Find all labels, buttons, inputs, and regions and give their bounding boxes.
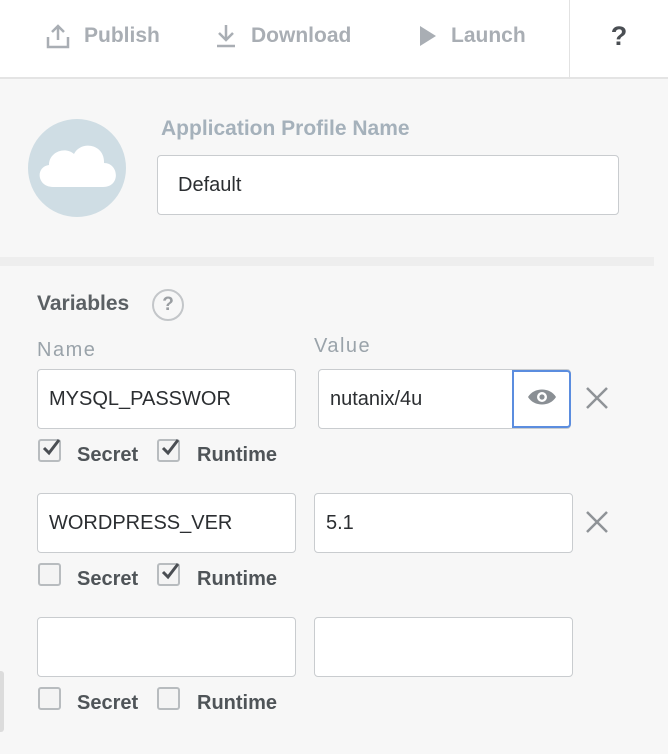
runtime-label: Runtime <box>197 568 277 590</box>
variable-name-input[interactable]: WORDPRESS_VER <box>37 493 296 553</box>
download-icon <box>215 23 237 49</box>
publish-label: Publish <box>84 24 160 47</box>
variables-title: Variables <box>37 292 130 315</box>
variable-name-input[interactable]: MYSQL_PASSWOR <box>37 369 296 429</box>
profile-section: Application Profile Name Default <box>0 81 668 257</box>
name-column-header: Name <box>37 339 97 361</box>
download-label: Download <box>251 24 352 47</box>
variable-value-input[interactable] <box>314 617 573 677</box>
runtime-checkbox[interactable] <box>157 439 180 462</box>
runtime-label: Runtime <box>197 444 277 466</box>
profile-name-label: Application Profile Name <box>161 117 410 140</box>
download-button[interactable]: Download <box>215 0 351 72</box>
cloud-icon <box>31 141 123 196</box>
value-column-header: Value <box>314 335 372 357</box>
launch-button[interactable]: Launch <box>419 0 526 72</box>
secret-label: Secret <box>77 568 139 590</box>
secret-checkbox[interactable] <box>38 687 61 710</box>
variables-help-icon[interactable]: ? <box>152 289 184 321</box>
profile-name-input[interactable]: Default <box>157 155 619 215</box>
eye-icon <box>527 387 557 412</box>
remove-variable-button[interactable] <box>585 510 609 534</box>
section-divider <box>0 257 654 266</box>
variable-value-input[interactable]: 5.1 <box>314 493 573 553</box>
close-icon <box>585 387 609 414</box>
play-icon <box>419 25 437 47</box>
launch-label: Launch <box>451 24 526 47</box>
help-button[interactable]: ? <box>570 0 668 72</box>
secret-label: Secret <box>77 444 139 466</box>
checkmark-icon <box>161 563 180 580</box>
runtime-checkbox[interactable] <box>157 687 180 710</box>
checkmark-icon <box>161 439 180 456</box>
toolbar: Publish Download Launch ? <box>0 0 668 79</box>
close-icon <box>585 511 609 538</box>
secret-checkbox[interactable] <box>38 563 61 586</box>
runtime-label: Runtime <box>197 692 277 714</box>
publish-button[interactable]: Publish <box>46 0 160 72</box>
variable-name-input[interactable] <box>37 617 296 677</box>
secret-label: Secret <box>77 692 139 714</box>
runtime-checkbox[interactable] <box>157 563 180 586</box>
secret-checkbox[interactable] <box>38 439 61 462</box>
profile-avatar <box>28 119 126 217</box>
checkmark-icon <box>42 439 61 456</box>
side-panel-handle[interactable] <box>0 671 4 732</box>
upload-icon <box>46 23 70 49</box>
show-secret-button[interactable] <box>512 370 571 428</box>
remove-variable-button[interactable] <box>585 386 609 410</box>
